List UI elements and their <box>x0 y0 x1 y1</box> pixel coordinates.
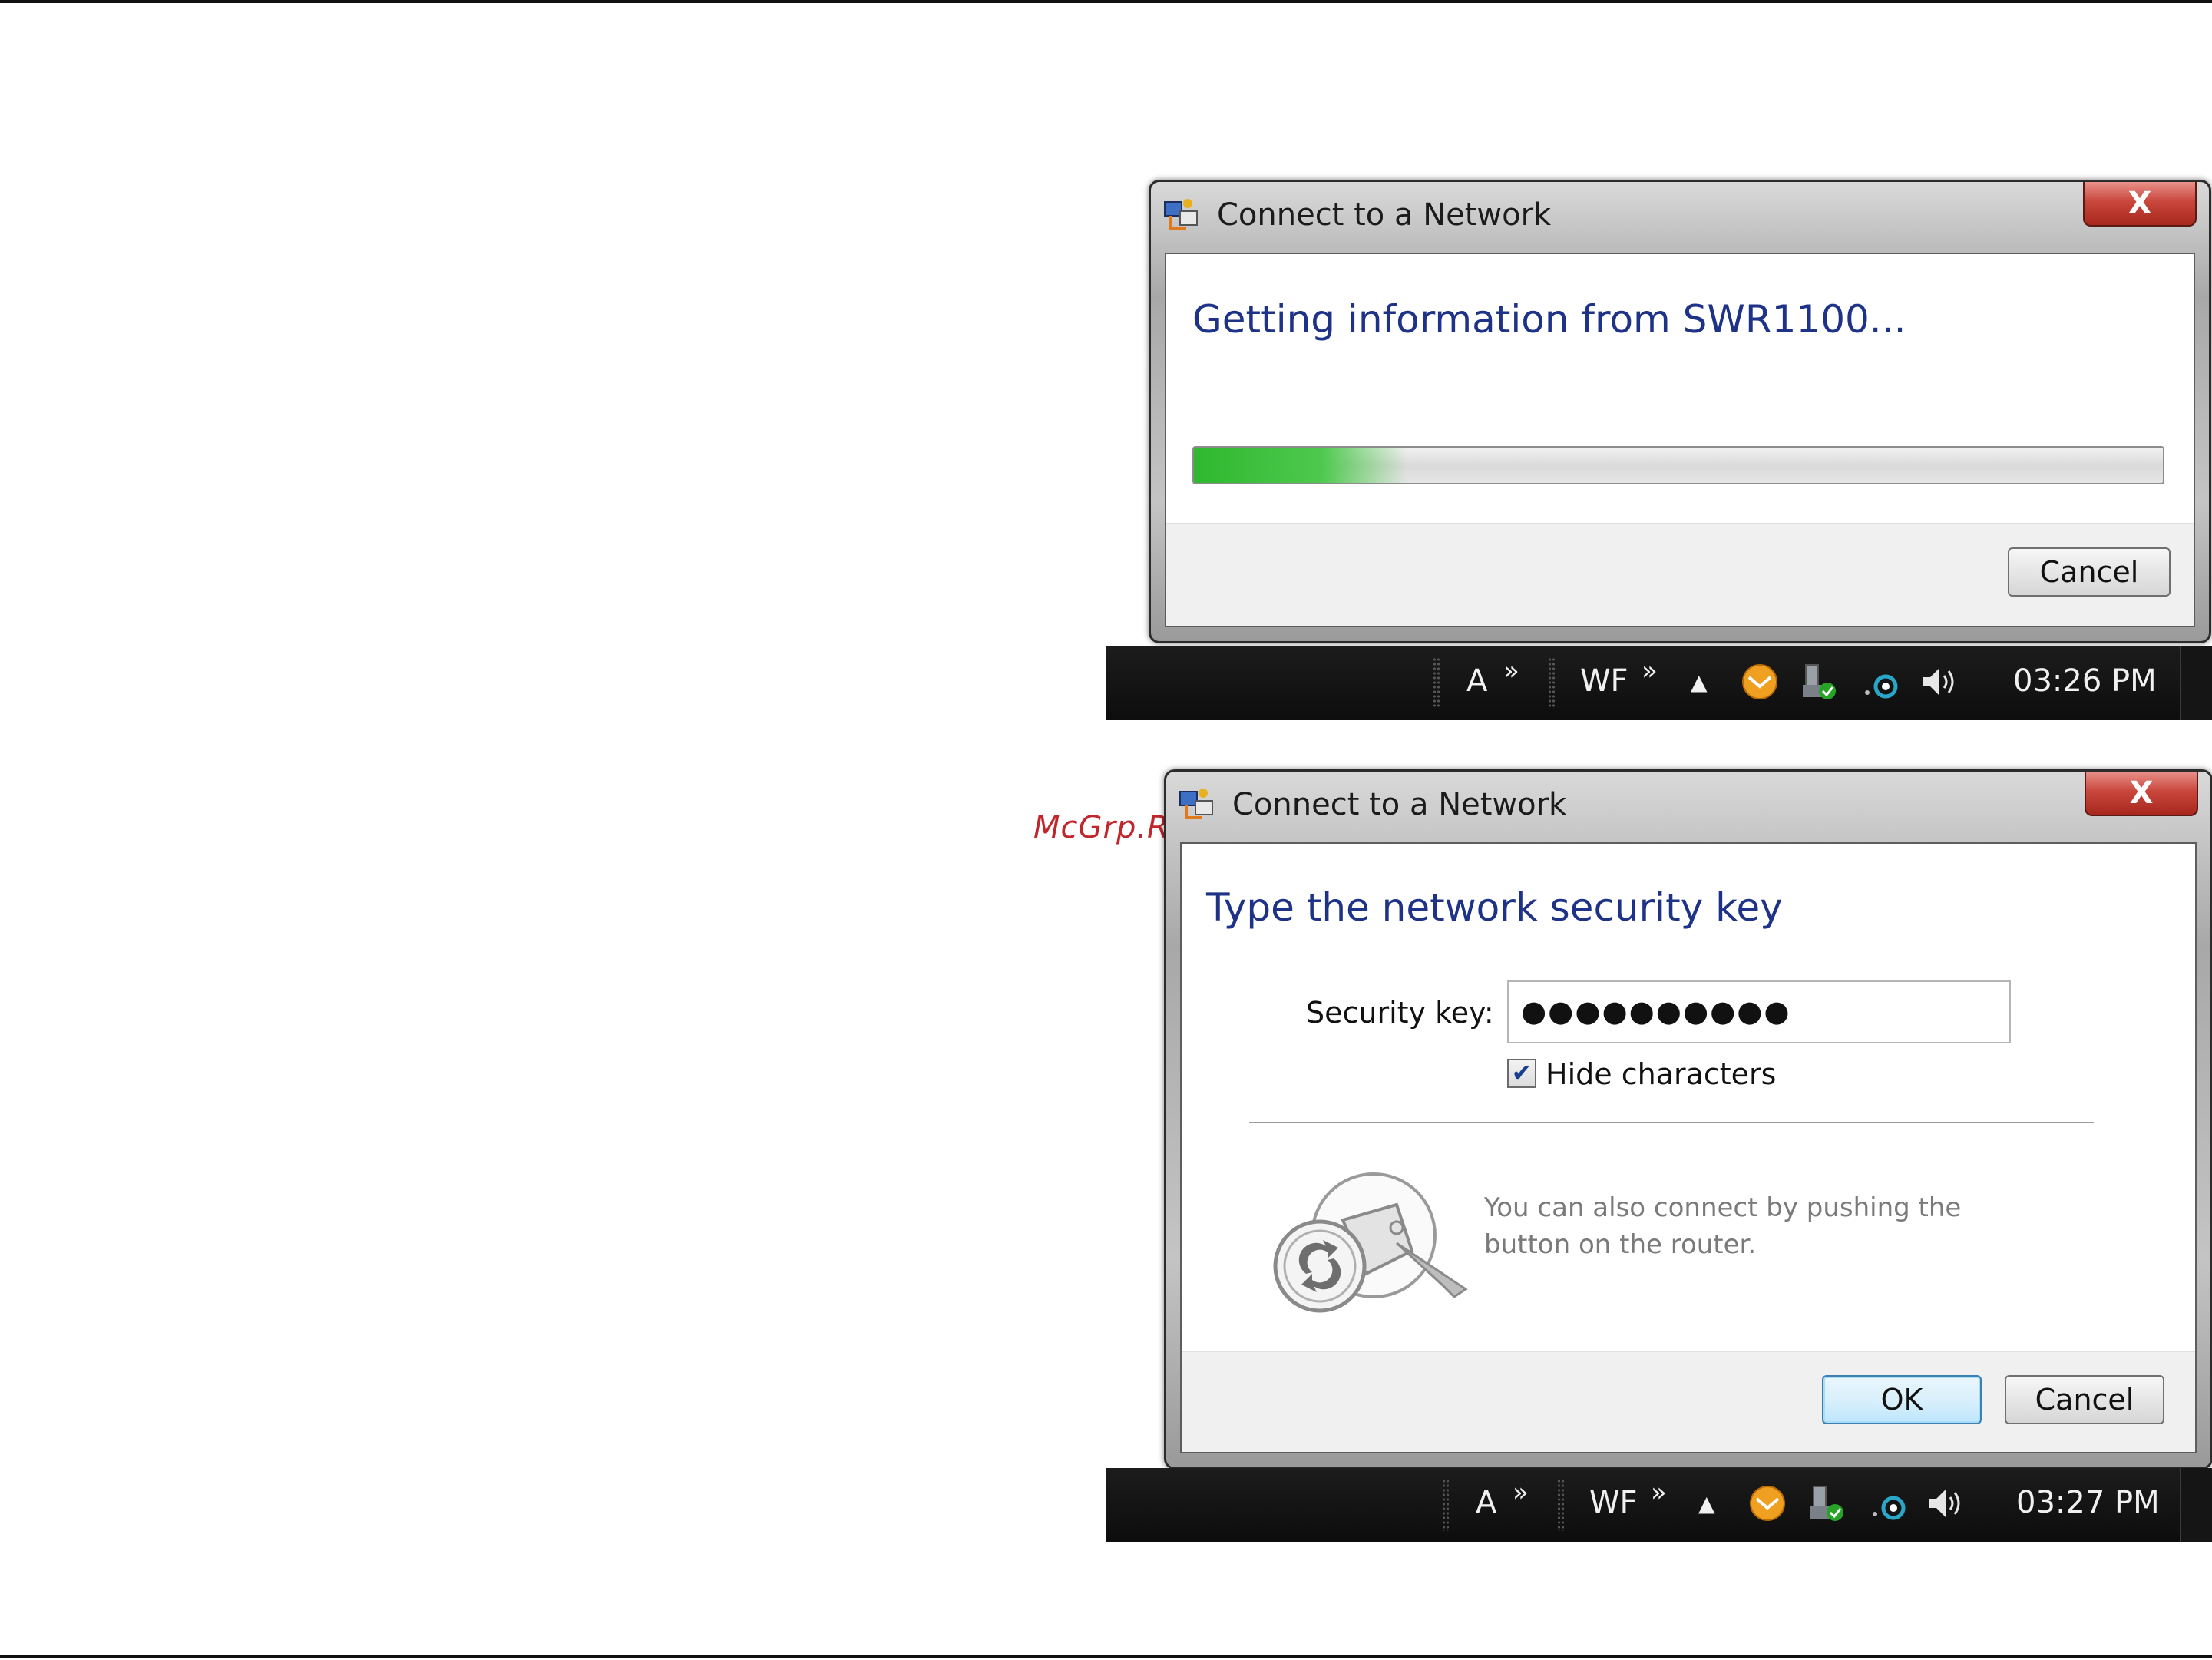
connect-dialog-security-key: Connect to a Network X Type the network … <box>1164 769 2212 1470</box>
toolbar-overflow-chevron[interactable]: » <box>1503 656 1519 686</box>
progress-fill <box>1194 448 1407 483</box>
toolbar-wf[interactable]: WF <box>1580 663 1628 699</box>
hide-characters-label[interactable]: Hide characters <box>1546 1057 1776 1091</box>
security-key-label: Security key: <box>1306 996 1494 1030</box>
network-tray-icon[interactable] <box>1869 1483 1909 1523</box>
show-desktop-button[interactable] <box>2180 1468 2212 1542</box>
security-key-input[interactable]: ●●●●●●●●●● <box>1507 980 2011 1043</box>
cancel-button[interactable]: Cancel <box>2008 547 2171 597</box>
dialog-content: Type the network security key Security k… <box>1180 842 2197 1453</box>
language-indicator[interactable]: A <box>1476 1485 1496 1520</box>
wps-hint-text: You can also connect by pushing the butt… <box>1484 1192 1962 1260</box>
messenger-icon[interactable] <box>1740 662 1780 702</box>
title-bar[interactable]: Connect to a Network X <box>1151 182 2209 253</box>
wps-router-icon <box>1273 1172 1468 1313</box>
volume-icon[interactable] <box>1918 662 1958 702</box>
toolbar-overflow-chevron[interactable]: » <box>1651 1477 1667 1508</box>
volume-icon[interactable] <box>1924 1483 1964 1523</box>
network-icon <box>1164 199 1198 230</box>
status-heading: Getting information from SWR1100... <box>1192 297 1906 342</box>
usb-safe-remove-icon[interactable] <box>1800 662 1840 702</box>
close-button[interactable]: X <box>2083 182 2197 227</box>
dialog-footer: Cancel <box>1166 523 2194 626</box>
instruction-heading: Type the network security key <box>1206 885 1783 930</box>
window-title: Connect to a Network <box>1232 787 1567 822</box>
title-bar[interactable]: Connect to a Network X <box>1166 772 2210 842</box>
language-indicator[interactable]: A <box>1466 663 1487 699</box>
cancel-button[interactable]: Cancel <box>2005 1375 2164 1424</box>
network-tray-icon[interactable] <box>1861 662 1901 702</box>
clock[interactable]: 03:27 PM <box>2016 1485 2160 1520</box>
toolbar-overflow-chevron[interactable]: » <box>1513 1477 1529 1508</box>
toolbar-grip[interactable] <box>1442 1479 1450 1531</box>
top-rule <box>0 0 2212 3</box>
network-icon <box>1179 789 1213 819</box>
taskbar: A » WF » ▲ 03:26 PM <box>1106 646 2212 720</box>
window-title: Connect to a Network <box>1217 197 1552 233</box>
toolbar-overflow-chevron[interactable]: » <box>1642 656 1658 686</box>
ok-button[interactable]: OK <box>1822 1375 1982 1424</box>
show-desktop-button[interactable] <box>2180 646 2212 720</box>
dialog-footer: OK Cancel <box>1182 1351 2195 1452</box>
toolbar-grip[interactable] <box>1557 1479 1565 1531</box>
dialog-content: Getting information from SWR1100... Canc… <box>1165 253 2195 627</box>
usb-safe-remove-icon[interactable] <box>1807 1483 1847 1523</box>
hide-characters-checkbox[interactable]: ✔ <box>1507 1059 1536 1088</box>
toolbar-grip[interactable] <box>1433 657 1440 709</box>
toolbar-grip[interactable] <box>1548 657 1556 709</box>
connect-dialog-progress: Connect to a Network X Getting informati… <box>1149 180 2211 643</box>
close-button[interactable]: X <box>2085 772 2198 816</box>
toolbar-wf[interactable]: WF <box>1589 1485 1638 1520</box>
show-hidden-icons-arrow[interactable]: ▲ <box>1698 1491 1715 1516</box>
taskbar: A » WF » ▲ 03:27 PM <box>1106 1468 2212 1542</box>
bottom-rule <box>0 1655 2212 1658</box>
progress-bar <box>1192 446 2164 484</box>
messenger-icon[interactable] <box>1747 1483 1787 1523</box>
section-divider <box>1249 1122 2094 1123</box>
clock[interactable]: 03:26 PM <box>2013 663 2157 699</box>
show-hidden-icons-arrow[interactable]: ▲ <box>1691 670 1708 695</box>
